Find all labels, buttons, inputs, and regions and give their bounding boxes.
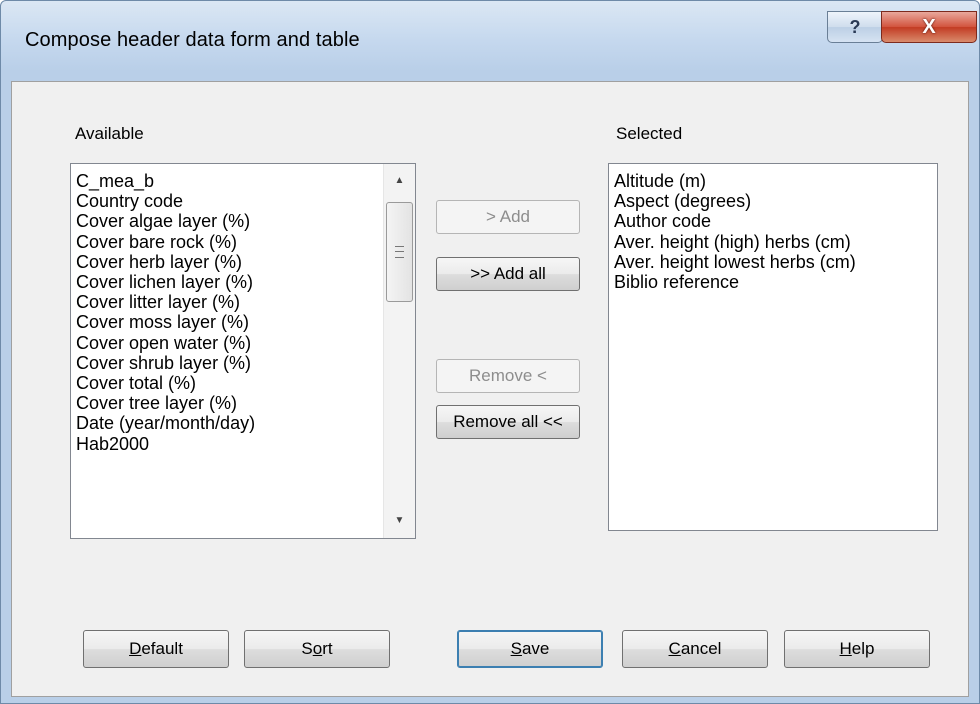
scroll-up-arrow-icon[interactable]: ▲ xyxy=(384,164,415,198)
list-item[interactable]: Cover lichen layer (%) xyxy=(76,272,255,292)
default-label: efault xyxy=(141,639,183,658)
title-bar[interactable]: Compose header data form and table ? X xyxy=(1,1,979,79)
help-button[interactable]: Help xyxy=(784,630,930,668)
dialog-client-area: Available Selected C_mea_b Country code … xyxy=(11,81,969,697)
available-items: C_mea_b Country code Cover algae layer (… xyxy=(76,171,255,454)
selected-label: Selected xyxy=(616,124,683,143)
list-item[interactable]: Cover litter layer (%) xyxy=(76,292,255,312)
list-item[interactable]: Cover shrub layer (%) xyxy=(76,353,255,373)
available-label: Available xyxy=(75,124,144,143)
sort-button[interactable]: So rt xyxy=(244,630,390,668)
cancel-button[interactable]: Cancel xyxy=(622,630,768,668)
list-item[interactable]: Aver. height lowest herbs (cm) xyxy=(614,252,856,272)
available-scrollbar[interactable]: ▲ ▼ xyxy=(383,164,415,538)
cancel-label: ancel xyxy=(680,639,722,658)
list-item[interactable]: Cover open water (%) xyxy=(76,333,255,353)
default-mnemonic: D xyxy=(129,639,142,658)
save-mnemonic: S xyxy=(510,639,522,658)
save-button[interactable]: Save xyxy=(457,630,603,668)
list-item[interactable]: Cover tree layer (%) xyxy=(76,393,255,413)
remove-all-button[interactable]: Remove all << xyxy=(436,405,580,439)
add-button[interactable]: > Add xyxy=(436,200,580,234)
sort-label-start: S xyxy=(301,639,313,658)
scroll-down-arrow-icon[interactable]: ▼ xyxy=(384,504,415,538)
list-item[interactable]: Aspect (degrees) xyxy=(614,191,856,211)
list-item[interactable]: Cover herb layer (%) xyxy=(76,252,255,272)
help-title-button[interactable]: ? xyxy=(827,11,883,43)
list-item[interactable]: Hab2000 xyxy=(76,434,255,454)
list-item[interactable]: Cover total (%) xyxy=(76,373,255,393)
list-item[interactable]: Altitude (m) xyxy=(614,171,856,191)
list-item[interactable]: Date (year/month/day) xyxy=(76,413,255,433)
list-item[interactable]: Aver. height (high) herbs (cm) xyxy=(614,232,856,252)
list-item[interactable]: Cover algae layer (%) xyxy=(76,211,255,231)
close-icon: X xyxy=(922,15,936,38)
selected-items: Altitude (m) Aspect (degrees) Author cod… xyxy=(614,171,856,292)
available-listbox[interactable]: C_mea_b Country code Cover algae layer (… xyxy=(70,163,416,539)
list-item[interactable]: Cover bare rock (%) xyxy=(76,232,255,252)
list-item[interactable]: Author code xyxy=(614,211,856,231)
sort-label-end: rt xyxy=(322,639,333,658)
help-label: elp xyxy=(851,639,875,658)
default-button[interactable]: Default xyxy=(83,630,229,668)
window-title: Compose header data form and table xyxy=(25,29,360,51)
close-button[interactable]: X xyxy=(881,11,977,43)
grip-icon xyxy=(395,246,404,258)
question-mark-icon: ? xyxy=(849,16,861,37)
list-item[interactable]: C_mea_b xyxy=(76,171,255,191)
cancel-mnemonic: C xyxy=(668,639,681,658)
help-mnemonic: H xyxy=(839,639,852,658)
save-label: ave xyxy=(521,639,550,658)
remove-button[interactable]: Remove < xyxy=(436,359,580,393)
list-item[interactable]: Biblio reference xyxy=(614,272,856,292)
list-item[interactable]: Country code xyxy=(76,191,255,211)
selected-listbox[interactable]: Altitude (m) Aspect (degrees) Author cod… xyxy=(608,163,938,531)
sort-mnemonic: o xyxy=(312,639,323,658)
scrollbar-thumb[interactable] xyxy=(386,202,413,302)
list-item[interactable]: Cover moss layer (%) xyxy=(76,312,255,332)
add-all-button[interactable]: >> Add all xyxy=(436,257,580,291)
dialog-window: Compose header data form and table ? X A… xyxy=(0,0,980,704)
